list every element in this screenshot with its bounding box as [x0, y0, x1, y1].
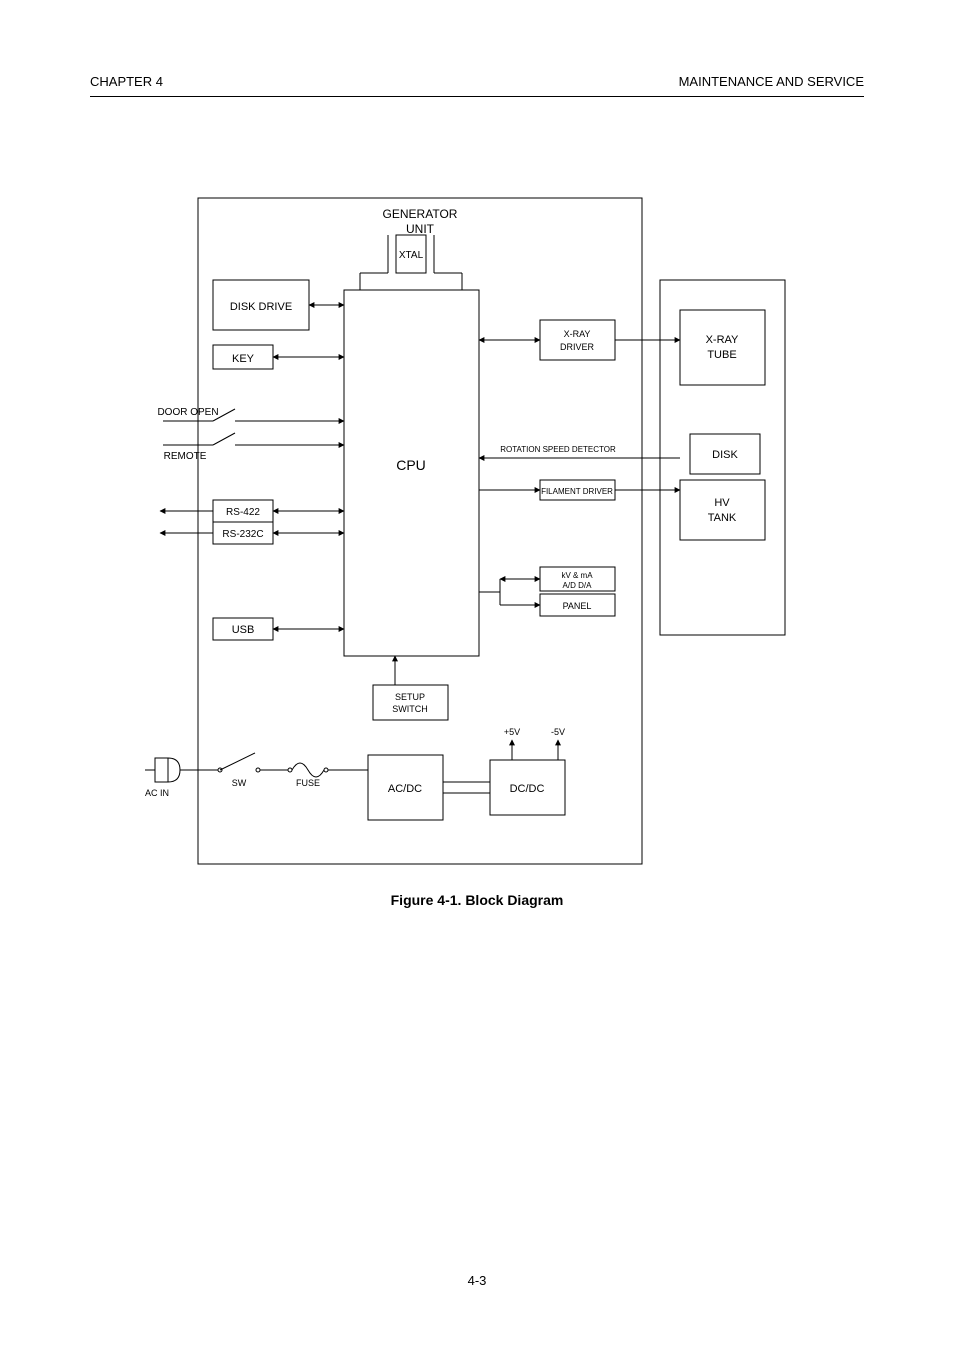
xray-tube-box — [680, 310, 765, 385]
kv-ma-label-2: A/D D/A — [563, 581, 593, 590]
cpu-box — [344, 290, 479, 656]
key-label: KEY — [232, 353, 255, 365]
remote-label: REMOTE — [164, 451, 207, 462]
cpu-label: CPU — [396, 457, 426, 473]
page-number: 4-3 — [468, 1273, 487, 1288]
header-divider — [90, 96, 864, 97]
generator-unit-box — [198, 198, 642, 864]
generator-unit-title-2: UNIT — [406, 222, 435, 236]
setup-switch-label-2: SWITCH — [392, 704, 428, 714]
hv-tank-label-1: HV — [714, 497, 730, 509]
xray-driver-box — [540, 320, 615, 360]
kv-ma-label-1: kV & mA — [561, 571, 593, 580]
disk-drive-label: DISK DRIVE — [230, 301, 292, 313]
fuse-label: FUSE — [296, 778, 320, 788]
ac-dc-label: AC/DC — [388, 783, 422, 795]
figure-caption-text: Block Diagram — [465, 892, 563, 908]
usb-label: USB — [232, 624, 255, 636]
xray-driver-label-2: DRIVER — [560, 342, 595, 352]
rs232c-label: RS-232C — [222, 529, 263, 540]
generator-unit-title-1: GENERATOR — [383, 207, 458, 221]
chapter-label: CHAPTER 4 — [90, 74, 163, 89]
rs422-label: RS-422 — [226, 507, 260, 518]
panel-label: PANEL — [563, 601, 592, 611]
setup-switch-label-1: SETUP — [395, 692, 425, 702]
chapter-title: MAINTENANCE AND SERVICE — [679, 74, 865, 89]
diagram-svg: CHAPTER 4 MAINTENANCE AND SERVICE GENERA… — [0, 0, 954, 1351]
setup-switch-box — [373, 685, 448, 720]
dc-dc-label: DC/DC — [510, 783, 545, 795]
filament-driver-label: FILAMENT DRIVER — [541, 487, 613, 496]
disk-label: DISK — [712, 449, 738, 461]
hv-tank-box — [680, 480, 765, 540]
plus5v-label: +5V — [504, 727, 520, 737]
xray-tube-label-2: TUBE — [707, 349, 736, 361]
ac-in-label: AC IN — [145, 788, 169, 798]
rotation-speed-label: ROTATION SPEED DETECTOR — [500, 445, 616, 454]
minus5v-label: -5V — [551, 727, 565, 737]
xray-tube-label-1: X-RAY — [706, 334, 739, 346]
figure-caption-prefix: Figure 4-1. — [391, 892, 462, 908]
xtal-label: XTAL — [399, 250, 424, 261]
page: CHAPTER 4 MAINTENANCE AND SERVICE GENERA… — [0, 0, 954, 1351]
hv-tank-label-2: TANK — [708, 512, 737, 524]
figure-caption: Figure 4-1. Block Diagram — [391, 892, 564, 908]
xray-driver-label-1: X-RAY — [564, 329, 591, 339]
door-open-label: DOOR OPEN — [157, 407, 218, 418]
sw-label: SW — [232, 778, 247, 788]
